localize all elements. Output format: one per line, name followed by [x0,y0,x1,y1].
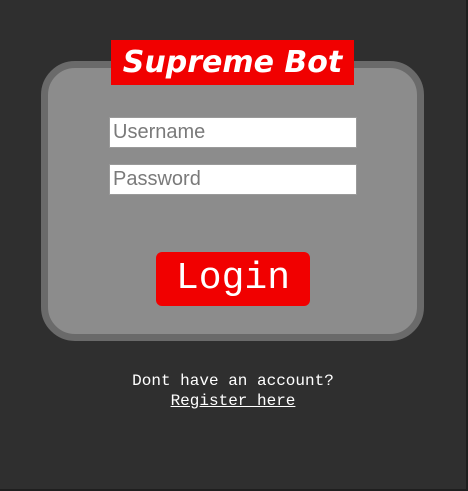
register-link[interactable]: Register here [171,392,296,410]
register-prompt-text: Dont have an account? [132,372,334,390]
login-button[interactable]: Login [156,252,310,306]
password-input[interactable] [109,164,357,195]
username-input[interactable] [109,117,357,148]
app-logo: Supreme Bot [111,40,354,85]
register-prompt: Dont have an account? Register here [0,371,466,411]
